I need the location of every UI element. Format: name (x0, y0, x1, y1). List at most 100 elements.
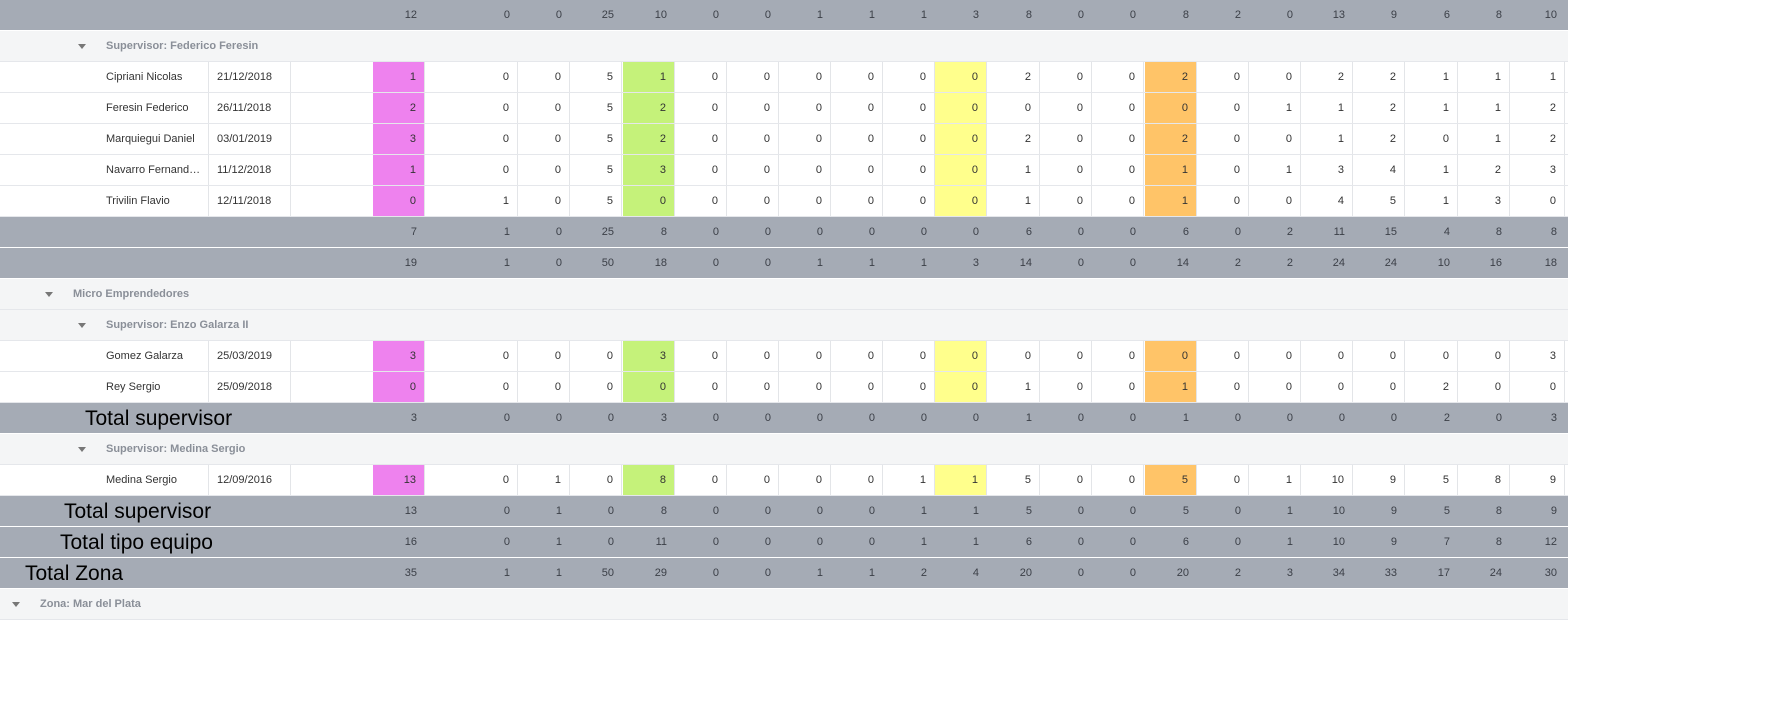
value-cell: 0 (1092, 124, 1144, 154)
value-cell: 0 (1077, 505, 1084, 517)
chevron-down-icon[interactable] (78, 323, 86, 328)
value-cell: 0 (1077, 536, 1084, 548)
value-cell: 0 (555, 412, 562, 424)
employee-name: Cipriani Nicolas (106, 71, 183, 83)
value-cell: 0 (1249, 124, 1301, 154)
value-cell: 24 (1489, 567, 1502, 579)
value-cell: 2 (1234, 257, 1241, 269)
value-cell: 2 (1286, 257, 1293, 269)
group-row[interactable]: Supervisor: Enzo Galarza II (0, 310, 1568, 341)
chevron-down-icon[interactable] (78, 447, 86, 452)
value-cell: 0 (779, 124, 831, 154)
value-cell: 0 (920, 226, 927, 238)
value-cell: 3 (1458, 186, 1510, 216)
data-row: Cipriani Nicolas 21/12/2018 1 0 0 5 1 0 0 0 0 0 0 2 0 0… (0, 62, 1568, 93)
value-cell: 0 (883, 62, 935, 92)
value-cell: 3 (623, 155, 675, 185)
data-row: Feresin Federico 26/11/2018 2 0 0 5 2 0 0 0 0 0 0 0 0 0… (0, 93, 1568, 124)
value-cell: 20 (1176, 567, 1189, 579)
chevron-down-icon[interactable] (45, 292, 53, 297)
date-cell: 12/11/2018 (208, 186, 291, 216)
value-cell: 0 (1040, 186, 1092, 216)
value-cell: 34 (1332, 567, 1345, 579)
value-cell: 13 (373, 465, 425, 495)
value-cell: 0 (1040, 62, 1092, 92)
group-row[interactable]: Supervisor: Medina Sergio (0, 434, 1568, 465)
group-row[interactable]: Supervisor: Federico Feresin (0, 31, 1568, 62)
value-cell: 0 (727, 124, 779, 154)
value-cell: 8 (1025, 9, 1032, 21)
value-cell: 0 (518, 124, 570, 154)
value-cell: 29 (654, 567, 667, 579)
value-cell: 0 (1197, 341, 1249, 371)
value-cell: 0 (816, 226, 823, 238)
chevron-down-icon[interactable] (12, 602, 20, 607)
value-cell: 3 (1550, 412, 1557, 424)
value-cell: 0 (503, 536, 510, 548)
value-cell: 1 (920, 9, 927, 21)
value-cell: 10 (1437, 257, 1450, 269)
value-cell: 0 (764, 257, 771, 269)
group-row[interactable]: Micro Emprendedores (0, 279, 1568, 310)
value-cell: 6 (1182, 226, 1189, 238)
value-cell: 0 (935, 155, 987, 185)
value-cell: 0 (1249, 372, 1301, 402)
value-cell: 2 (1458, 155, 1510, 185)
value-cell: 1 (1458, 62, 1510, 92)
value-cell: 0 (1129, 567, 1136, 579)
value-cell: 0 (1092, 372, 1144, 402)
value-cell: 0 (1406, 341, 1458, 371)
value-cell: 9 (1390, 505, 1397, 517)
value-cell: 1 (972, 536, 979, 548)
chevron-down-icon[interactable] (78, 44, 86, 49)
value-cell: 0 (607, 536, 614, 548)
value-cell: 7 (1443, 536, 1450, 548)
value-cell: 0 (1338, 412, 1345, 424)
value-cell: 1 (1182, 412, 1189, 424)
value-cell: 0 (570, 465, 622, 495)
value-cell: 3 (373, 124, 425, 154)
total-row: Total Zona 35 1 1 50 29 0 0 1 1 2 4 20 0 0 20 2 3 34 33 17 24… (0, 558, 1568, 589)
value-cell: 2 (373, 93, 425, 123)
value-cell: 2 (1286, 226, 1293, 238)
value-cell: 0 (1129, 412, 1136, 424)
value-cell: 0 (883, 341, 935, 371)
value-cell: 0 (1286, 9, 1293, 21)
value-cell: 3 (410, 412, 417, 424)
value-cell: 1 (1406, 93, 1458, 123)
value-cell: 0 (518, 155, 570, 185)
value-cell: 5 (1145, 465, 1197, 495)
data-row: Rey Sergio 25/09/2018 0 0 0 0 0 0 0 0 0 0 0 1 0 0 1 0 0 0 0 2… (0, 372, 1568, 403)
group-row[interactable]: Zona: Mar del Plata (0, 589, 1568, 620)
value-cell: 0 (988, 341, 1040, 371)
value-cell: 1 (1249, 155, 1301, 185)
value-cell: 3 (1513, 341, 1565, 371)
total-label: Total Zona (25, 562, 124, 585)
group-label: Supervisor: Medina Sergio (106, 443, 246, 455)
value-cell: 0 (764, 536, 771, 548)
value-cell: 6 (1025, 536, 1032, 548)
value-cell: 0 (935, 372, 987, 402)
date-cell: 25/03/2019 (208, 341, 291, 371)
value-cell: 1 (373, 155, 425, 185)
value-cell: 3 (623, 341, 675, 371)
value-cell: 0 (1040, 124, 1092, 154)
value-cell: 0 (831, 124, 883, 154)
value-cell: 1 (555, 567, 562, 579)
value-cell: 18 (1544, 257, 1557, 269)
value-cell: 17 (1437, 567, 1450, 579)
value-cell: 0 (727, 372, 779, 402)
value-cell: 0 (712, 412, 719, 424)
value-cell: 0 (764, 9, 771, 21)
value-cell: 1 (988, 155, 1040, 185)
value-cell: 0 (779, 155, 831, 185)
value-cell: 0 (570, 341, 622, 371)
date-cell: 21/12/2018 (208, 62, 291, 92)
value-cell: 0 (518, 372, 570, 402)
value-cell: 0 (466, 465, 518, 495)
value-cell: 30 (1544, 567, 1557, 579)
value-cell: 0 (764, 226, 771, 238)
value-cell: 1 (972, 505, 979, 517)
value-cell: 0 (1129, 536, 1136, 548)
total-row: Total supervisor 13 0 1 0 8 0 0 0 0 1 1 5 0 0 5 0 1 10 9 5 8 9 (0, 496, 1568, 527)
